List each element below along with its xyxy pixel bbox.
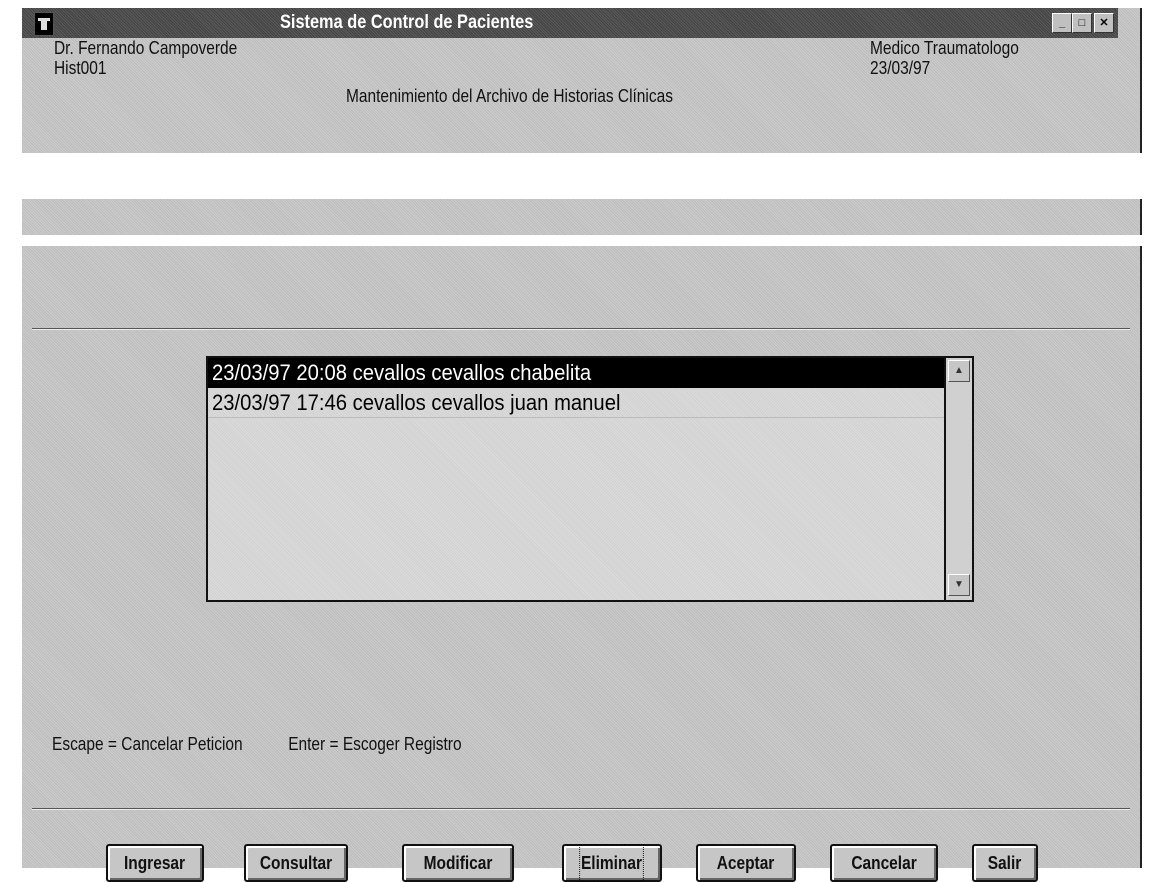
scroll-up-icon[interactable]: ▲ xyxy=(948,360,970,382)
scroll-down-icon[interactable]: ▼ xyxy=(948,574,970,596)
modificar-button[interactable]: Modificar xyxy=(402,844,514,882)
record-code: Hist001 xyxy=(54,58,107,78)
minimize-button[interactable]: _ xyxy=(1052,13,1072,33)
eliminar-button[interactable]: Eliminar xyxy=(562,844,662,882)
main-panel: 23/03/97 20:08 cevallos cevallos chabeli… xyxy=(22,246,1142,882)
aceptar-button[interactable]: Aceptar xyxy=(696,844,796,882)
current-date: 23/03/97 xyxy=(870,58,931,78)
doctor-name: Dr. Fernando Campoverde xyxy=(54,38,238,58)
system-menu-icon[interactable] xyxy=(34,12,54,36)
maximize-button[interactable]: □ xyxy=(1072,13,1092,33)
top-divider xyxy=(32,328,1130,330)
ingresar-button[interactable]: Ingresar xyxy=(106,844,204,882)
consultar-button[interactable]: Consultar xyxy=(244,844,348,882)
help-enter: Enter = Escoger Registro xyxy=(288,734,462,754)
keyboard-help: Escape = Cancelar Peticion Enter = Escog… xyxy=(52,734,503,755)
title-bar[interactable]: Sistema de Control de Pacientes _ □ ✕ xyxy=(22,8,1118,38)
close-button[interactable]: ✕ xyxy=(1094,13,1114,33)
salir-button[interactable]: Salir xyxy=(972,844,1038,882)
doctor-specialty: Medico Traumatologo xyxy=(870,38,1019,58)
window-title: Sistema de Control de Pacientes xyxy=(280,12,534,33)
cancelar-button[interactable]: Cancelar xyxy=(830,844,938,882)
screen-subtitle: Mantenimiento del Archivo de Historias C… xyxy=(346,86,673,106)
records-list[interactable]: 23/03/97 20:08 cevallos cevallos chabeli… xyxy=(206,356,974,602)
list-item[interactable]: 23/03/97 20:08 cevallos cevallos chabeli… xyxy=(208,358,944,388)
list-item[interactable]: 23/03/97 17:46 cevallos cevallos juan ma… xyxy=(208,388,944,418)
vertical-scrollbar[interactable]: ▲ ▼ xyxy=(944,358,972,600)
toolbar-strip xyxy=(22,199,1142,235)
help-escape: Escape = Cancelar Peticion xyxy=(52,734,243,754)
top-window: Sistema de Control de Pacientes _ □ ✕ Dr… xyxy=(22,8,1142,153)
bottom-divider xyxy=(32,808,1130,810)
